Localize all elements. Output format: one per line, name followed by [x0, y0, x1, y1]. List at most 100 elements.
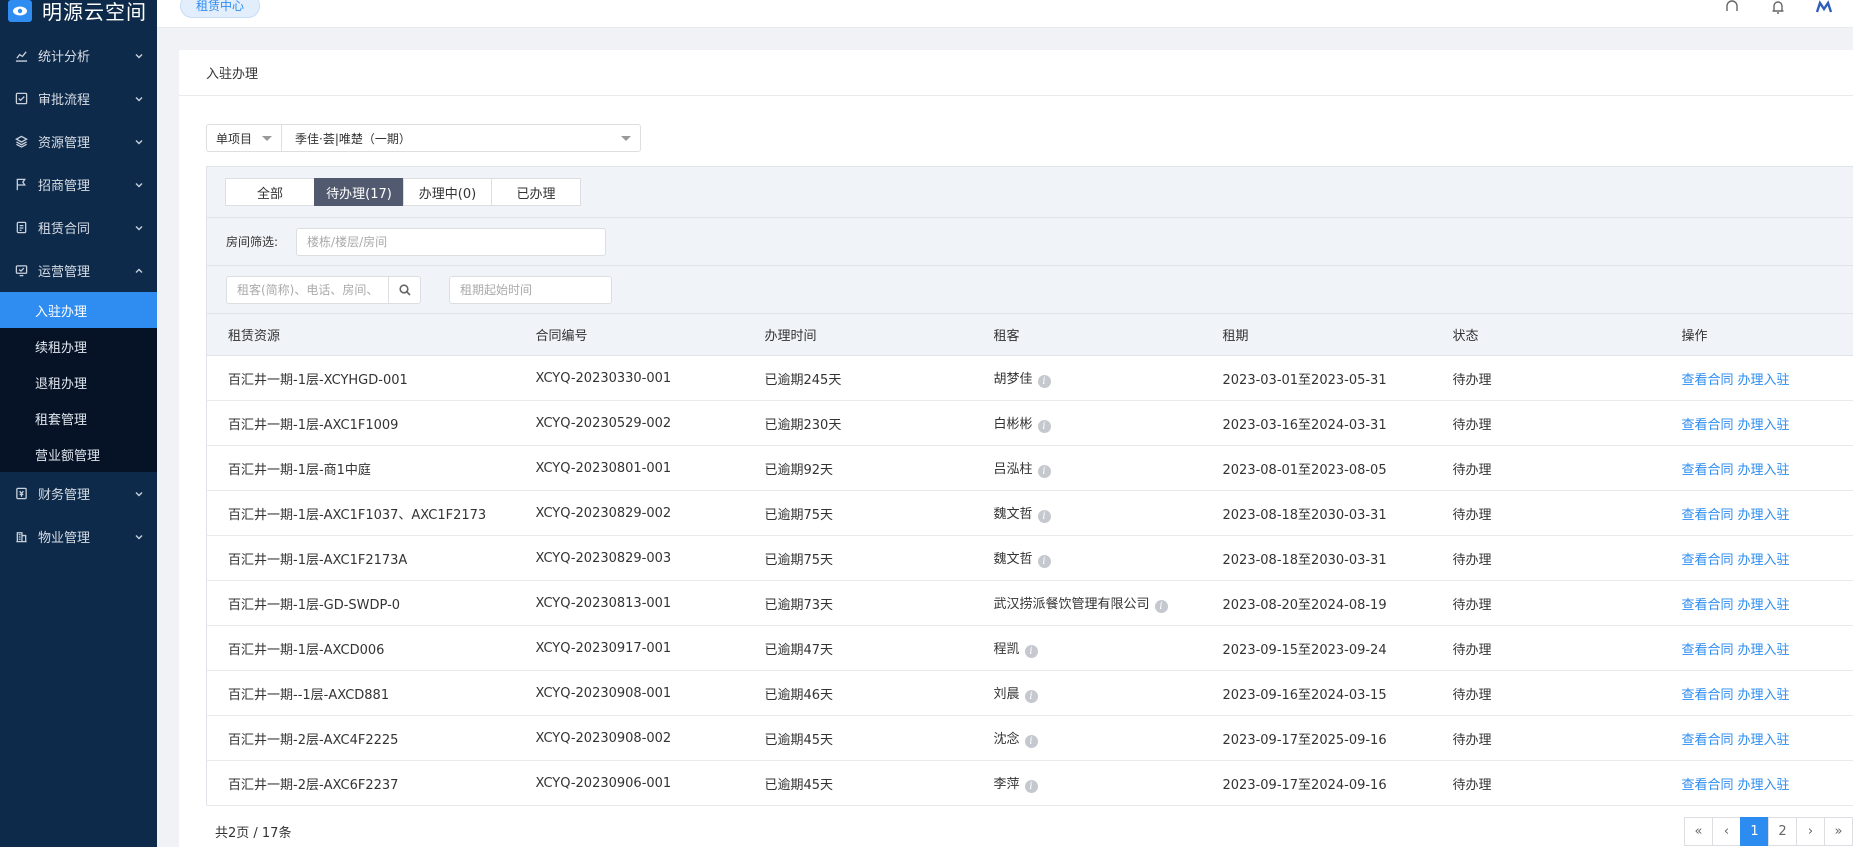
sidebar-subitem-checkin[interactable]: 入驻办理: [0, 292, 157, 328]
view-contract-link[interactable]: 查看合同: [1682, 598, 1734, 613]
period-cell-text: 2023-03-01至2023-05-31: [1222, 372, 1387, 388]
view-contract-link[interactable]: 查看合同: [1682, 463, 1734, 478]
period-cell-text: 2023-09-17至2025-09-16: [1222, 732, 1387, 748]
lease-start-date-input[interactable]: [449, 275, 612, 304]
table-row: 百汇井一期-1层-商1中庭 XCYQ-20230801-001 已逾期92天 吕泓柱 i…: [206, 445, 1853, 491]
status-cell: 待办理: [1431, 490, 1661, 536]
time-cell-text: 已逾期45天: [764, 777, 834, 793]
tenant-cell-text: 沈念: [993, 732, 1020, 747]
sidebar-item-property[interactable]: 物业管理: [0, 515, 157, 558]
status-cell: 待办理: [1431, 670, 1661, 716]
resource-cell-text: 百汇井一期-1层-AXCD006: [228, 642, 385, 658]
info-icon[interactable]: i: [1037, 420, 1051, 433]
actions-cell: 查看合同 办理入驻: [1660, 715, 1853, 761]
tenant-cell-text: 魏文哲: [993, 552, 1033, 567]
page-2-button[interactable]: 2: [1768, 817, 1797, 846]
app-logo[interactable]: 明源云空间: [0, 0, 157, 32]
tenant-cell: 程凯 i: [972, 625, 1202, 671]
sidebar-subitem-rental-sets[interactable]: 租套管理: [0, 400, 157, 436]
tab-pending[interactable]: 待办理(17): [314, 178, 404, 206]
info-icon[interactable]: i: [1024, 690, 1038, 703]
info-icon[interactable]: i: [1024, 645, 1038, 658]
period-cell: 2023-03-16至2024-03-31: [1201, 400, 1432, 446]
checkin-link[interactable]: 办理入驻: [1738, 553, 1790, 568]
view-contract-link[interactable]: 查看合同: [1682, 373, 1734, 388]
sidebar-item-label: 财务管理: [38, 488, 91, 503]
sidebar-subitem-checkout[interactable]: 退租办理: [0, 364, 157, 400]
search-group: [226, 275, 421, 304]
info-icon[interactable]: i: [1037, 510, 1051, 523]
tenant-cell: 李萍 i: [972, 760, 1202, 806]
checkin-link[interactable]: 办理入驻: [1738, 508, 1790, 523]
info-icon[interactable]: i: [1024, 780, 1038, 793]
tab-in-progress[interactable]: 办理中(0): [403, 178, 492, 206]
view-contract-link[interactable]: 查看合同: [1682, 418, 1734, 433]
period-cell: 2023-09-17至2025-09-16: [1201, 715, 1432, 761]
chevron-down-icon: [135, 224, 143, 232]
sidebar-item-finance[interactable]: 财务管理: [0, 472, 157, 515]
tenant-cell: 魏文哲 i: [972, 535, 1202, 581]
project-select[interactable]: 季佳·荟|唯楚（一期）: [281, 124, 641, 152]
view-contract-link[interactable]: 查看合同: [1682, 643, 1734, 658]
checkin-link[interactable]: 办理入驻: [1738, 778, 1790, 793]
time-cell: 已逾期75天: [743, 490, 973, 536]
view-contract-link[interactable]: 查看合同: [1682, 688, 1734, 703]
table-row: 百汇井一期-2层-AXC6F2237 XCYQ-20230906-001 已逾期45…: [206, 760, 1853, 806]
headset-icon[interactable]: [1723, 0, 1741, 14]
checkin-link[interactable]: 办理入驻: [1738, 598, 1790, 613]
contract-cell-text: XCYQ-20230801-001: [535, 460, 672, 476]
checkin-link[interactable]: 办理入驻: [1738, 643, 1790, 658]
resource-cell: 百汇井一期-1层-商1中庭: [206, 445, 515, 491]
info-icon[interactable]: i: [1154, 600, 1168, 613]
resource-cell-text: 百汇井一期-1层-XCYHGD-001: [228, 372, 408, 388]
info-icon[interactable]: i: [1037, 465, 1051, 478]
view-contract-link[interactable]: 查看合同: [1682, 508, 1734, 523]
pagination-summary: 共2页 / 17条: [215, 826, 292, 841]
layers-icon: [14, 135, 28, 149]
checkin-link[interactable]: 办理入驻: [1738, 373, 1790, 388]
view-contract-link[interactable]: 查看合同: [1682, 733, 1734, 748]
page-1-button[interactable]: 1: [1740, 817, 1769, 846]
sidebar-subitem-renewal[interactable]: 续租办理: [0, 328, 157, 364]
user-avatar-icon[interactable]: [1815, 0, 1833, 14]
sidebar-item-merchants[interactable]: 招商管理: [0, 163, 157, 206]
tab-done[interactable]: 已办理: [491, 178, 581, 206]
status-cell-text: 待办理: [1452, 732, 1492, 748]
operations-submenu: 入驻办理 续租办理 退租办理 租套管理 营业额管理: [0, 292, 157, 472]
room-filter-label: 房间筛选:: [226, 235, 279, 249]
rental-center-tag[interactable]: 租赁中心: [180, 0, 261, 18]
page-title: 入驻办理: [179, 50, 1853, 96]
info-icon[interactable]: i: [1024, 735, 1038, 748]
info-icon[interactable]: i: [1037, 555, 1051, 568]
next-page-button[interactable]: ›: [1796, 817, 1825, 846]
time-cell: 已逾期75天: [743, 535, 973, 581]
sidebar-subitem-turnover[interactable]: 营业额管理: [0, 436, 157, 472]
sidebar-item-resources[interactable]: 资源管理: [0, 120, 157, 163]
checkin-link[interactable]: 办理入驻: [1738, 463, 1790, 478]
project-mode-select[interactable]: 单项目: [206, 124, 281, 152]
bell-icon[interactable]: [1769, 0, 1787, 14]
resource-cell-text: 百汇井一期-1层-AXC1F1037、AXC1F2173: [228, 507, 487, 523]
room-filter-input[interactable]: [296, 227, 607, 256]
table-row: 百汇井一期-1层-AXCD006 XCYQ-20230917-001 已逾期47天 程…: [206, 625, 1853, 671]
sidebar-item-contracts[interactable]: 租赁合同: [0, 206, 157, 249]
checkin-link[interactable]: 办理入驻: [1738, 688, 1790, 703]
view-contract-link[interactable]: 查看合同: [1682, 778, 1734, 793]
sidebar-item-operations[interactable]: 运营管理: [0, 249, 157, 292]
view-contract-link[interactable]: 查看合同: [1682, 553, 1734, 568]
time-cell-text: 已逾期75天: [764, 507, 834, 523]
last-page-button[interactable]: »: [1824, 817, 1853, 846]
info-icon[interactable]: i: [1037, 375, 1051, 388]
sidebar-item-approval[interactable]: 审批流程: [0, 77, 157, 120]
period-cell: 2023-03-01至2023-05-31: [1201, 355, 1432, 401]
tab-all[interactable]: 全部: [225, 178, 315, 206]
search-input[interactable]: [226, 275, 388, 304]
sidebar-item-statistics[interactable]: 统计分析: [0, 34, 157, 77]
search-button[interactable]: [388, 275, 421, 304]
contract-cell-text: XCYQ-20230829-003: [535, 550, 672, 566]
checkin-link[interactable]: 办理入驻: [1738, 418, 1790, 433]
checkin-link[interactable]: 办理入驻: [1738, 733, 1790, 748]
first-page-button[interactable]: «: [1684, 817, 1713, 846]
pagination: «‹ 1 2 ›»: [1684, 817, 1853, 846]
prev-page-button[interactable]: ‹: [1712, 817, 1741, 846]
